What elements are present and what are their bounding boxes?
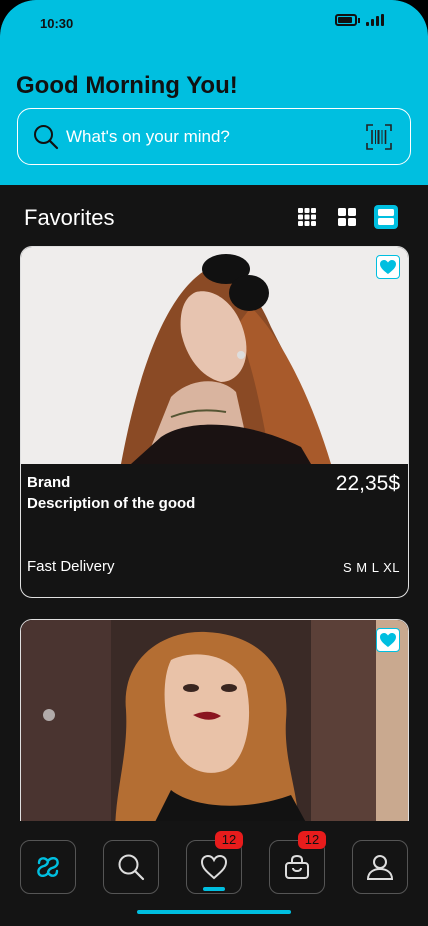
logo-icon (37, 857, 59, 877)
product-brand: Brand (27, 474, 71, 491)
nav-search-button[interactable] (103, 840, 159, 894)
greeting-title: Good Morning You! (16, 72, 238, 99)
product-photo (21, 620, 408, 848)
search-icon (34, 125, 59, 150)
search-icon (118, 854, 145, 881)
grid-large-view-icon[interactable] (335, 205, 359, 229)
size-options[interactable]: S M L XL (343, 560, 400, 575)
nav-home-button[interactable] (20, 840, 76, 894)
shopping-bag-icon (285, 854, 309, 879)
header: 10:30 Good Morning You! What's on your m… (0, 0, 428, 185)
battery-tip (358, 17, 360, 23)
heart-icon (380, 633, 396, 647)
product-card[interactable]: Brand Description of the good 22,35$ Fas… (20, 246, 409, 598)
bag-count-badge: 12 (298, 831, 326, 849)
barcode-scan-icon[interactable] (366, 124, 392, 150)
nav-profile-button[interactable] (352, 840, 408, 894)
list-view-icon[interactable] (374, 205, 398, 229)
grid-small-view-icon[interactable] (295, 205, 319, 229)
search-input[interactable]: What's on your mind? (66, 127, 230, 147)
status-icons (335, 14, 384, 26)
favorite-toggle[interactable] (376, 628, 400, 652)
search-bar[interactable]: What's on your mind? (17, 108, 411, 165)
delivery-label: Fast Delivery (27, 558, 115, 575)
signal-icon (366, 14, 384, 26)
home-indicator[interactable] (137, 910, 291, 914)
nav-favorites-button[interactable]: 12 (186, 831, 243, 894)
favorite-toggle[interactable] (376, 255, 400, 279)
favorites-count-badge: 12 (215, 831, 243, 849)
bottom-navigation: 12 12 (0, 821, 428, 926)
battery-icon (335, 14, 357, 26)
favorites-title: Favorites (24, 205, 115, 230)
heart-icon (200, 854, 228, 880)
user-icon (366, 855, 394, 880)
product-price: 22,35$ (335, 472, 400, 495)
active-tab-indicator (203, 887, 225, 891)
heart-icon (380, 260, 396, 274)
product-card[interactable] (20, 619, 409, 849)
product-photo (21, 247, 408, 464)
status-time: 10:30 (40, 16, 74, 31)
nav-bag-button[interactable]: 12 (269, 831, 326, 894)
product-description: Description of the good (27, 495, 196, 512)
app-screen: 10:30 Good Morning You! What's on your m… (0, 0, 428, 926)
